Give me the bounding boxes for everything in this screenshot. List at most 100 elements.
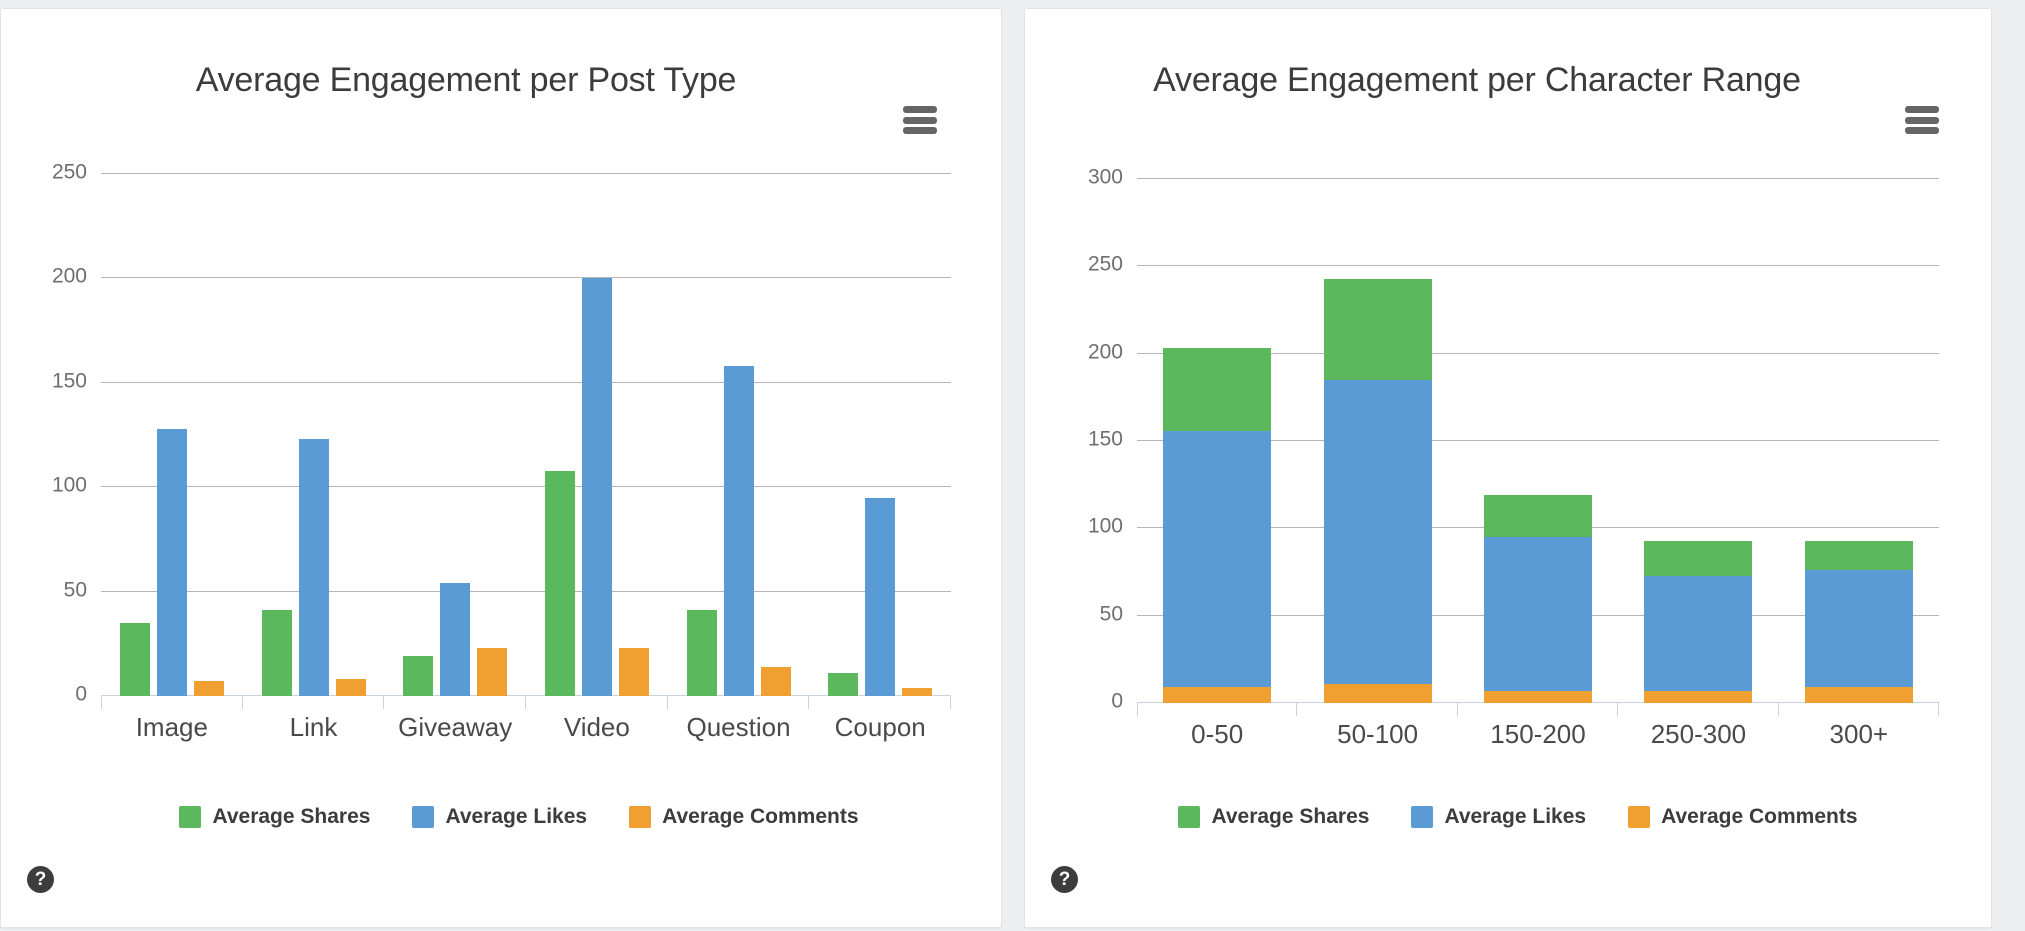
axis-tick (950, 696, 952, 709)
bar-segment[interactable] (1163, 687, 1272, 703)
x-axis-tick-label: Giveaway (398, 712, 513, 742)
legend-color-swatch (1178, 806, 1201, 828)
legend-color-swatch (1628, 806, 1651, 828)
legend-item-label: Average Comments (1661, 805, 1858, 828)
legend-item[interactable]: Average Likes (412, 805, 587, 829)
category-group (526, 174, 668, 709)
legend-item[interactable]: Average Comments (629, 805, 859, 829)
bar[interactable] (760, 666, 791, 696)
bar[interactable] (686, 610, 717, 696)
bar[interactable] (335, 679, 366, 696)
chart-character-range: Average Engagement per Character Range 0… (1025, 9, 1991, 927)
axis-tick (525, 696, 527, 709)
x-axis-tick-label: 0-50 (1191, 719, 1244, 749)
bars-layer (101, 174, 952, 709)
x-axis-labels: 0-50 50-100 150-200 250-300 300+ (1137, 719, 1939, 750)
chart-title-character-range: Average Engagement per Character Range (1153, 61, 1801, 99)
bar-segment[interactable] (1323, 683, 1432, 703)
bar[interactable] (119, 622, 150, 696)
legend-item-label: Average Shares (212, 805, 371, 828)
x-axis-tick-label: 250-300 (1650, 719, 1747, 749)
legend-item[interactable]: Average Comments (1628, 805, 1858, 829)
bar-segment[interactable] (1484, 495, 1593, 538)
x-axis-tick-label: Link (289, 712, 338, 742)
bar[interactable] (902, 687, 933, 696)
bar-segment[interactable] (1804, 540, 1913, 571)
axis-tick (1617, 703, 1619, 716)
category-group (1297, 179, 1458, 716)
bar-segment[interactable] (1644, 690, 1753, 703)
stacked-bar[interactable] (1163, 179, 1272, 703)
axis-tick (383, 696, 385, 709)
bars-layer (1137, 179, 1940, 716)
chart-legend-post-type: Average Shares Average Likes Average Comme… (1, 805, 1019, 829)
legend-color-swatch (1411, 806, 1434, 828)
bar[interactable] (298, 439, 329, 696)
legend-item[interactable]: Average Likes (1411, 805, 1586, 829)
stacked-bar[interactable] (1804, 179, 1913, 703)
category-group (243, 174, 385, 709)
bar-segment[interactable] (1644, 540, 1753, 576)
bar-segment[interactable] (1323, 379, 1432, 684)
legend-color-swatch (179, 806, 202, 828)
y-axis-tick-label: 0 (75, 682, 87, 706)
bar-set (526, 174, 668, 696)
bar[interactable] (440, 583, 471, 696)
axis-tick (808, 696, 810, 709)
bar[interactable] (193, 681, 224, 696)
bar[interactable] (581, 278, 612, 696)
legend-item[interactable]: Average Shares (179, 805, 370, 829)
panel-post-type: Average Engagement per Post Type 0 50 100 1… (0, 8, 1002, 928)
bar-segment[interactable] (1484, 537, 1593, 691)
y-axis-tick-label: 250 (51, 160, 87, 184)
legend-color-swatch (412, 806, 435, 828)
hamburger-menu-icon[interactable] (903, 106, 937, 134)
bar[interactable] (723, 366, 754, 696)
bar[interactable] (261, 610, 292, 696)
stacked-bar[interactable] (1644, 179, 1753, 703)
category-group (101, 174, 243, 709)
axis-tick (101, 696, 102, 709)
y-axis-tick-label: 200 (51, 264, 87, 288)
plot-area-character-range: 0 50 100 150 200 250 300 0-50 50-100 150-200 250-3… (1088, 166, 1940, 749)
panel-character-range: Average Engagement per Character Range 0… (1024, 8, 1992, 928)
y-axis-tick-label: 100 (51, 473, 87, 497)
y-axis-tick-label: 150 (51, 369, 87, 393)
bar[interactable] (156, 428, 187, 696)
bar-segment[interactable] (1804, 570, 1913, 688)
bar[interactable] (618, 647, 649, 696)
category-group (1779, 179, 1940, 716)
axis-tick (241, 696, 243, 709)
category-group (1458, 179, 1619, 716)
bar-segment[interactable] (1163, 430, 1272, 688)
axis-tick (1296, 703, 1298, 716)
bar-set (384, 174, 526, 696)
stacked-bar[interactable] (1484, 179, 1593, 703)
help-question-icon[interactable]: ? (27, 866, 54, 893)
bar-segment[interactable] (1323, 278, 1432, 380)
plot-canvas: 0 50 100 150 200 250 300 0-50 50-100 150-200 250-3… (1088, 166, 1940, 749)
help-question-icon[interactable]: ? (1051, 866, 1078, 893)
hamburger-bar (1905, 106, 1939, 113)
bar-segment[interactable] (1804, 687, 1913, 703)
bar-set (668, 174, 810, 696)
legend-color-swatch (629, 806, 652, 828)
legend-item[interactable]: Average Shares (1178, 805, 1369, 829)
category-group (1618, 179, 1779, 716)
bar-segment[interactable] (1644, 575, 1753, 691)
hamburger-menu-icon[interactable] (1905, 106, 1939, 134)
stacked-bar[interactable] (1323, 179, 1432, 703)
bar[interactable] (403, 656, 434, 696)
bar-segment[interactable] (1484, 690, 1593, 703)
y-axis-tick-label: 150 (1087, 427, 1123, 451)
legend-item-label: Average Comments (662, 805, 859, 828)
hamburger-bar (1905, 127, 1939, 134)
bar[interactable] (865, 497, 896, 696)
x-axis-tick-label: 150-200 (1490, 719, 1586, 749)
x-axis-tick-label: Image (135, 712, 208, 742)
bar[interactable] (477, 647, 508, 696)
bar-segment[interactable] (1163, 348, 1272, 431)
plot-canvas: 0 50 100 150 200 250 Image Link Giveaway Video Que… (52, 161, 952, 742)
bar[interactable] (544, 470, 575, 696)
bar[interactable] (828, 673, 859, 696)
